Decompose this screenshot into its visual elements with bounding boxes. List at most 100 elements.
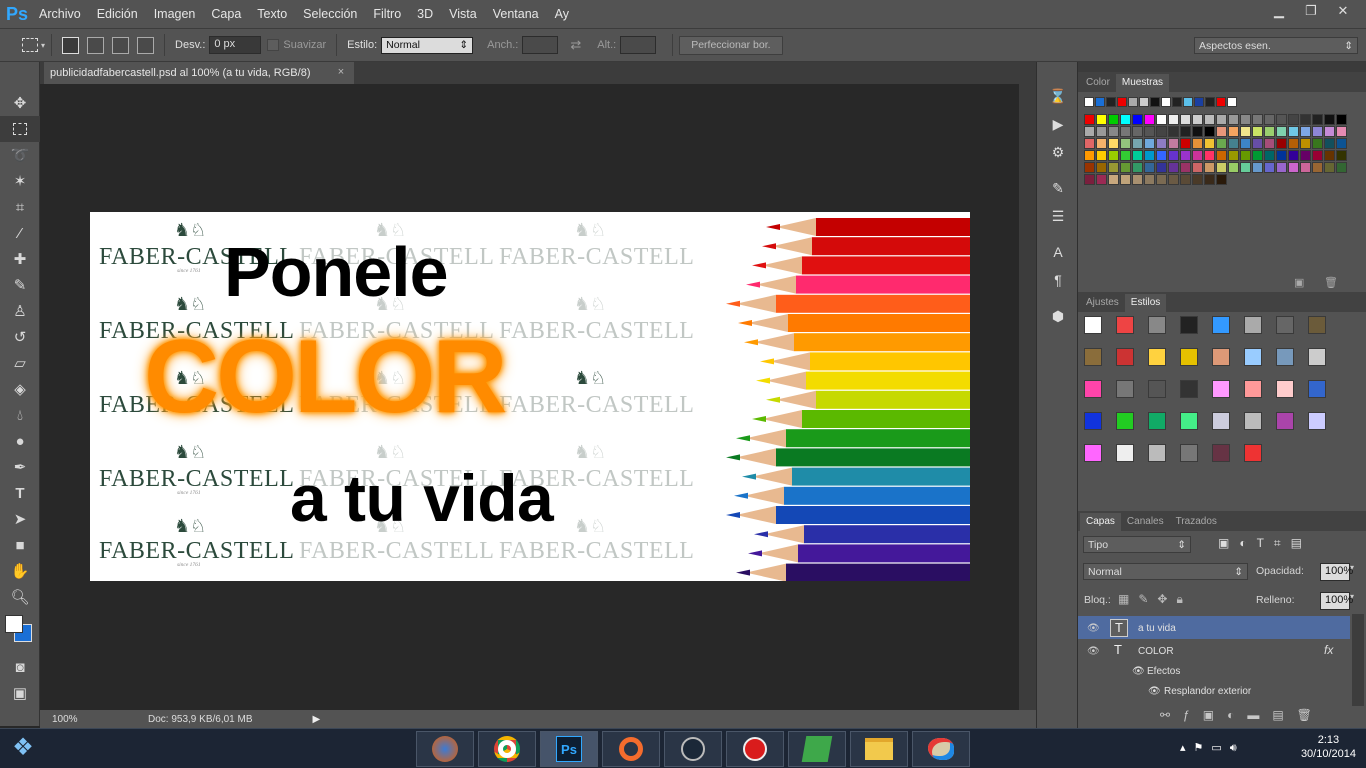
chrome-icon[interactable] (478, 731, 536, 767)
color-swatch[interactable] (1108, 138, 1119, 149)
style-swatch[interactable] (1148, 412, 1166, 430)
style-swatch[interactable] (1148, 316, 1166, 334)
height-input[interactable] (620, 36, 657, 54)
layer-name[interactable]: a tu vida (1138, 623, 1176, 634)
eraser-icon[interactable]: ▱ (0, 350, 40, 376)
color-swatch[interactable] (1084, 138, 1095, 149)
color-swatch[interactable] (1240, 150, 1251, 161)
color-swatch[interactable] (1192, 114, 1203, 125)
color-swatch[interactable] (1300, 114, 1311, 125)
tab-swatches[interactable]: Muestras (1115, 74, 1170, 92)
color-swatch[interactable] (1132, 162, 1143, 173)
paint-bucket-icon[interactable]: ◈ (0, 376, 40, 402)
style-swatch[interactable] (1116, 348, 1134, 366)
menu-seleccion[interactable]: Selección (295, 0, 365, 28)
style-swatch[interactable] (1308, 412, 1326, 430)
color-swatch[interactable] (1132, 150, 1143, 161)
color-swatch[interactable] (1139, 97, 1149, 107)
color-swatch[interactable] (1288, 126, 1299, 137)
color-swatch[interactable] (1096, 138, 1107, 149)
color-swatch[interactable] (1252, 150, 1263, 161)
color-swatch[interactable] (1276, 150, 1287, 161)
visibility-eye-icon[interactable]: 👁︎ (1132, 666, 1145, 677)
style-select[interactable]: Normal ⇕ (381, 36, 474, 54)
brush-presets-icon[interactable]: ✎ (1037, 174, 1079, 202)
color-swatch[interactable] (1132, 174, 1143, 185)
rectangle-tool-icon[interactable]: ■ (0, 532, 40, 558)
blur-tool-icon[interactable]: 💧︎ (0, 402, 40, 428)
style-swatch[interactable] (1212, 412, 1230, 430)
color-swatch[interactable] (1204, 138, 1215, 149)
firefox-icon[interactable] (416, 731, 474, 767)
taskbar-clock[interactable]: 2:13 30/10/2014 (1301, 733, 1356, 761)
color-swatch[interactable] (1264, 162, 1275, 173)
layer-effects-icon[interactable]: fx (1324, 643, 1333, 657)
color-swatch[interactable] (1095, 97, 1105, 107)
color-swatch[interactable] (1180, 138, 1191, 149)
color-swatch[interactable] (1144, 174, 1155, 185)
color-swatch[interactable] (1324, 126, 1335, 137)
brush-panel-icon[interactable]: ☰ (1037, 202, 1079, 230)
color-swatch[interactable] (1168, 162, 1179, 173)
style-swatch[interactable] (1244, 412, 1262, 430)
color-swatch[interactable] (1288, 162, 1299, 173)
color-swatch[interactable] (1156, 126, 1167, 137)
color-swatch[interactable] (1252, 114, 1263, 125)
color-swatch[interactable] (1324, 114, 1335, 125)
color-swatch[interactable] (1300, 138, 1311, 149)
color-swatch[interactable] (1216, 97, 1226, 107)
color-swatch[interactable] (1180, 162, 1191, 173)
steam-icon[interactable] (664, 731, 722, 767)
color-swatch[interactable] (1264, 114, 1275, 125)
color-swatch[interactable] (1084, 114, 1095, 125)
color-swatch[interactable] (1108, 174, 1119, 185)
subtract-selection-icon[interactable] (112, 36, 130, 54)
color-swatch[interactable] (1204, 150, 1215, 161)
color-swatch[interactable] (1252, 126, 1263, 137)
color-swatch[interactable] (1117, 97, 1127, 107)
style-swatch[interactable] (1116, 380, 1134, 398)
color-swatch[interactable] (1144, 126, 1155, 137)
zoom-tool-icon[interactable]: 🔍︎ (0, 584, 40, 610)
color-swatch[interactable] (1108, 162, 1119, 173)
chevron-down-icon[interactable]: ▾ (1350, 592, 1362, 610)
menu-capa[interactable]: Capa (203, 0, 249, 28)
color-swatch[interactable] (1156, 114, 1167, 125)
minimize-icon[interactable]: ▁ (1266, 2, 1292, 20)
visibility-eye-icon[interactable]: 👁︎ (1087, 623, 1100, 634)
layer-row[interactable]: 👁︎ T COLOR fx (1078, 639, 1350, 662)
color-swatch[interactable] (1288, 150, 1299, 161)
style-swatch[interactable] (1180, 380, 1198, 398)
color-swatch[interactable] (1300, 150, 1311, 161)
chevron-down-icon[interactable]: ▾ (41, 41, 45, 50)
close-tab-icon[interactable]: × (334, 66, 348, 78)
opacity-input[interactable]: 100% (1320, 563, 1353, 581)
color-swatch[interactable] (1084, 97, 1094, 107)
color-swatch[interactable] (1132, 126, 1143, 137)
style-swatch[interactable] (1116, 444, 1134, 462)
tab-channels[interactable]: Canales (1121, 513, 1170, 531)
visibility-eye-icon[interactable]: 👁︎ (1087, 646, 1100, 657)
style-swatch[interactable] (1308, 380, 1326, 398)
color-swatch[interactable] (1216, 162, 1227, 173)
color-swatch[interactable] (1084, 162, 1095, 173)
color-swatch[interactable] (1106, 97, 1116, 107)
color-swatch[interactable] (1108, 126, 1119, 137)
color-swatch[interactable] (1324, 150, 1335, 161)
color-swatch[interactable] (1204, 126, 1215, 137)
origin-icon[interactable] (602, 731, 660, 767)
menu-filtro[interactable]: Filtro (365, 0, 409, 28)
color-swatch[interactable] (1276, 126, 1287, 137)
anti-alias-checkbox[interactable] (267, 39, 280, 51)
corel-icon[interactable] (788, 731, 846, 767)
color-swatch[interactable] (1180, 126, 1191, 137)
color-swatch[interactable] (1192, 138, 1203, 149)
path-selection-icon[interactable]: ➤ (0, 506, 40, 532)
photoshop-taskbar-icon[interactable]: Ps (540, 731, 598, 767)
foreground-color-swatch[interactable] (5, 615, 23, 633)
color-swatch[interactable] (1216, 114, 1227, 125)
menu-vista[interactable]: Vista (441, 0, 485, 28)
color-swatch[interactable] (1120, 174, 1131, 185)
color-swatch[interactable] (1216, 150, 1227, 161)
color-swatch[interactable] (1336, 162, 1347, 173)
